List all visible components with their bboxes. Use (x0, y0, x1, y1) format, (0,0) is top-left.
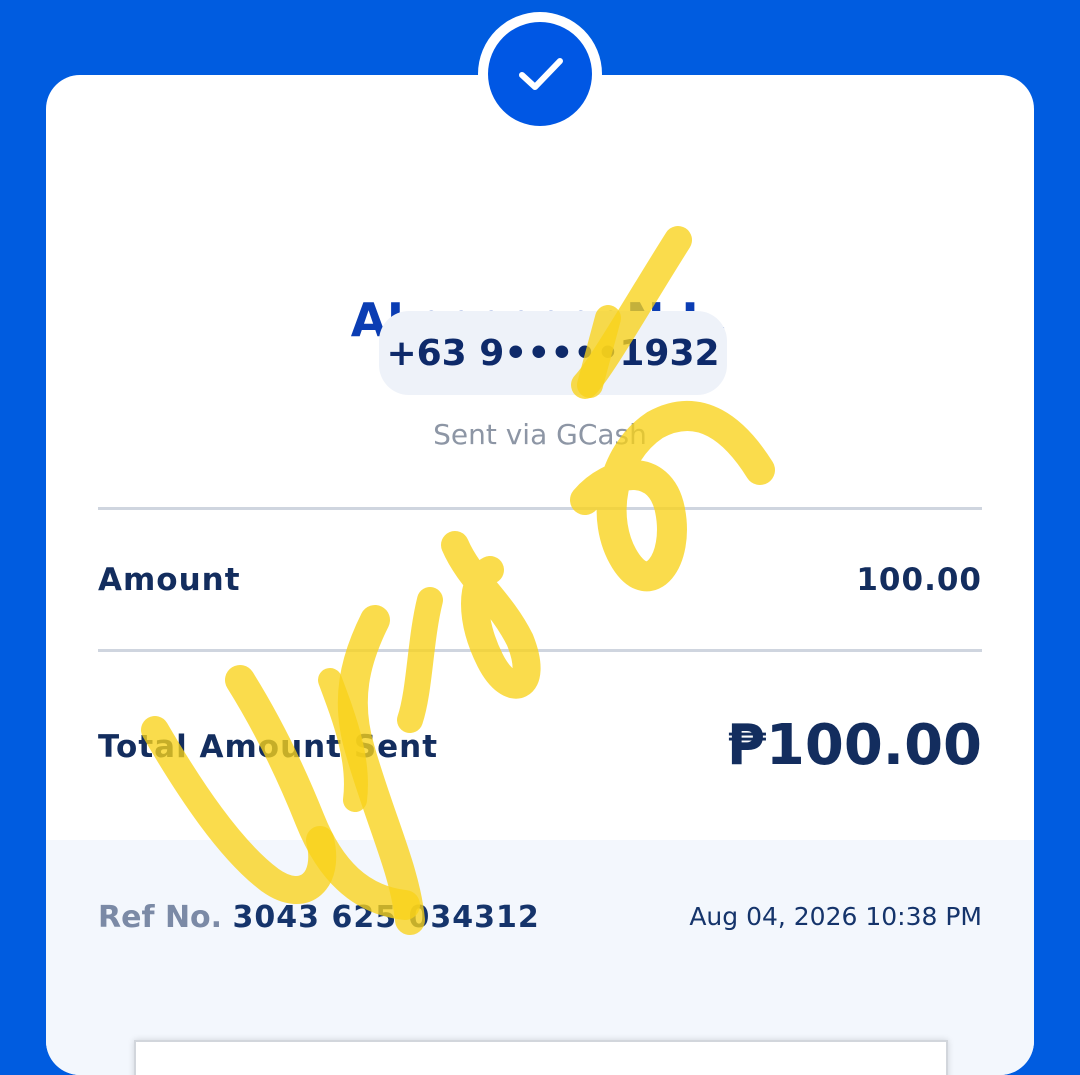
success-badge-circle (488, 22, 592, 126)
total-amount-value: ₱100.00 (726, 713, 982, 778)
reference-label: Ref No. (98, 900, 223, 935)
recipient-phone: +63 9•••••1932 (379, 311, 727, 395)
checkmark-icon (519, 58, 563, 90)
inner-panel (134, 1040, 948, 1075)
receipt-card: AL•••••••N L. +63 9•••••1932 Sent via GC… (46, 75, 1034, 1075)
sent-via-label: Sent via GCash (433, 418, 647, 451)
divider-middle (98, 649, 982, 652)
success-badge (478, 12, 602, 136)
reference-line: Ref No. 3043 625 034312 (98, 900, 540, 935)
reference-section: Ref No. 3043 625 034312 Aug 04, 2026 10:… (46, 840, 1034, 1075)
amount-value: 100.00 (856, 562, 982, 598)
amount-label: Amount (98, 562, 241, 598)
receipt-screen: { "recipient": { "name": "AL•••••••N L."… (0, 0, 1080, 1075)
total-amount-label: Total Amount Sent (98, 729, 439, 765)
reference-number: 3043 625 034312 (232, 900, 540, 935)
divider-top (98, 507, 982, 510)
transaction-datetime: Aug 04, 2026 10:38 PM (689, 902, 982, 931)
